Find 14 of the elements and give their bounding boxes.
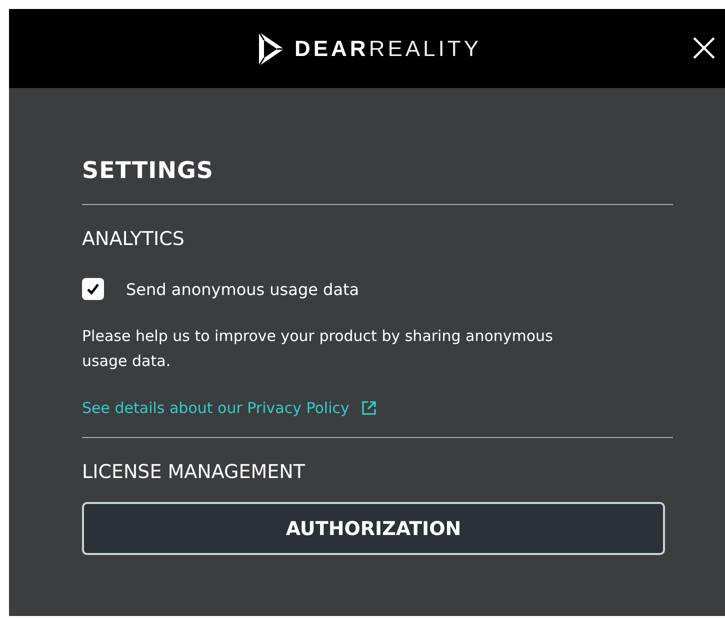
checkbox-label: Send anonymous usage data — [126, 280, 360, 298]
settings-title: SETTINGS — [82, 157, 214, 186]
section-heading: ANALYTICS — [82, 227, 186, 251]
section-heading: LICENSE MANAGEMENT — [82, 460, 306, 484]
checkmark-icon — [86, 282, 100, 296]
authorization-button[interactable]: AUTHORIZATION — [82, 502, 665, 555]
close-icon — [693, 37, 715, 59]
external-link-icon — [361, 400, 378, 416]
checkbox[interactable] — [82, 278, 104, 300]
privacy-policy-link[interactable]: See details about our Privacy Policy — [82, 399, 378, 417]
triangle-logo-icon — [256, 30, 286, 68]
description-text: Please help us to improve your product by sharing anonymous usage data. — [82, 326, 554, 372]
brand-wordmark: DEARREALITY — [294, 36, 482, 62]
close-button[interactable] — [693, 37, 715, 59]
